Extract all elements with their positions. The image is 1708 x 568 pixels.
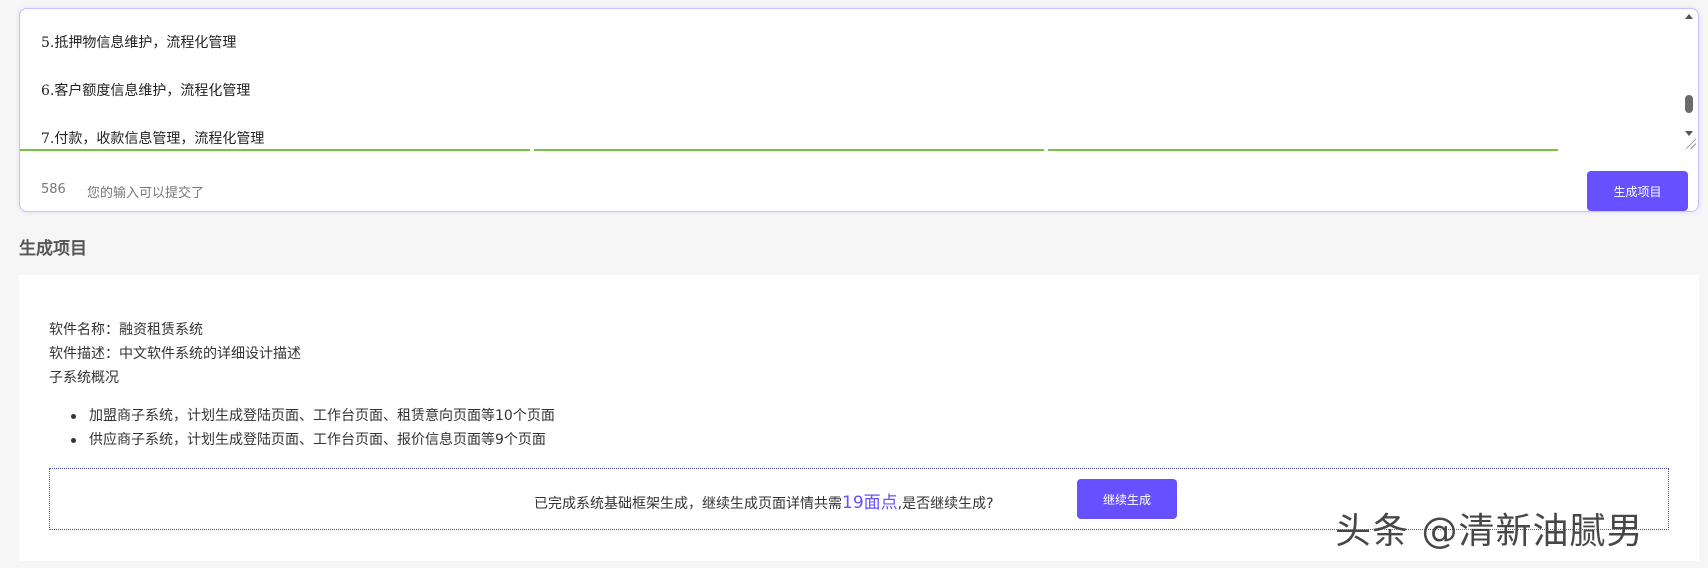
submit-hint: 您的输入可以提交了 bbox=[87, 186, 205, 201]
subsystem-heading: 子系统概况 bbox=[49, 370, 119, 386]
continue-suffix: ,是否继续生成? bbox=[897, 496, 994, 512]
section-title: 生成项目 bbox=[19, 239, 87, 259]
textarea-scrollbar[interactable] bbox=[1682, 9, 1698, 151]
textarea-content: 5.抵押物信息维护，流程化管理 6.客户额度信息维护，流程化管理 7.付款，收款… bbox=[41, 33, 264, 151]
scroll-thumb[interactable] bbox=[1685, 95, 1693, 113]
continue-prompt: 已完成系统基础框架生成，继续生成页面详情共需19面点,是否继续生成? bbox=[534, 488, 994, 513]
requirements-textarea[interactable]: 5.抵押物信息维护，流程化管理 6.客户额度信息维护，流程化管理 7.付款，收款… bbox=[20, 9, 1698, 151]
progress-segment bbox=[534, 149, 1044, 151]
generate-project-button[interactable]: 生成项目 bbox=[1587, 171, 1688, 211]
subsystem-text: 供应商子系统，计划生成登陆页面、工作台页面、报价信息页面等9个页面 bbox=[89, 432, 546, 448]
software-name: 软件名称：融资租赁系统 bbox=[49, 322, 203, 338]
progress-segment bbox=[1048, 149, 1558, 151]
watermark: 头条 @清新油腻男 bbox=[1335, 511, 1644, 552]
continue-prefix: 已完成系统基础框架生成，继续生成页面详情共需 bbox=[534, 496, 842, 512]
scroll-down-arrow-icon[interactable] bbox=[1685, 131, 1693, 136]
requirements-input-card: 5.抵押物信息维护，流程化管理 6.客户额度信息维护，流程化管理 7.付款，收款… bbox=[19, 8, 1699, 212]
software-info: 软件名称：融资租赁系统 软件描述：中文软件系统的详细设计描述 子系统概况 bbox=[49, 318, 301, 390]
list-item: 供应商子系统，计划生成登陆页面、工作台页面、报价信息页面等9个页面 bbox=[71, 428, 555, 452]
resize-grip-icon[interactable] bbox=[1686, 139, 1696, 149]
textarea-line: 5.抵押物信息维护，流程化管理 bbox=[41, 35, 237, 51]
subsystem-list: 加盟商子系统，计划生成登陆页面、工作台页面、租赁意向页面等10个页面 供应商子系… bbox=[71, 404, 555, 452]
textarea-line: 7.付款，收款信息管理，流程化管理 bbox=[41, 131, 265, 147]
scroll-up-arrow-icon[interactable] bbox=[1685, 14, 1693, 19]
points-required: 19面点 bbox=[842, 493, 898, 513]
software-description: 软件描述：中文软件系统的详细设计描述 bbox=[49, 346, 301, 362]
progress-segment bbox=[20, 149, 530, 151]
bullet-icon bbox=[71, 414, 76, 419]
char-count: 586 bbox=[41, 182, 66, 197]
list-item: 加盟商子系统，计划生成登陆页面、工作台页面、租赁意向页面等10个页面 bbox=[71, 404, 555, 428]
bullet-icon bbox=[71, 438, 76, 443]
textarea-line: 6.客户额度信息维护，流程化管理 bbox=[41, 83, 251, 99]
continue-generate-button[interactable]: 继续生成 bbox=[1077, 479, 1177, 519]
subsystem-text: 加盟商子系统，计划生成登陆页面、工作台页面、租赁意向页面等10个页面 bbox=[89, 408, 555, 424]
